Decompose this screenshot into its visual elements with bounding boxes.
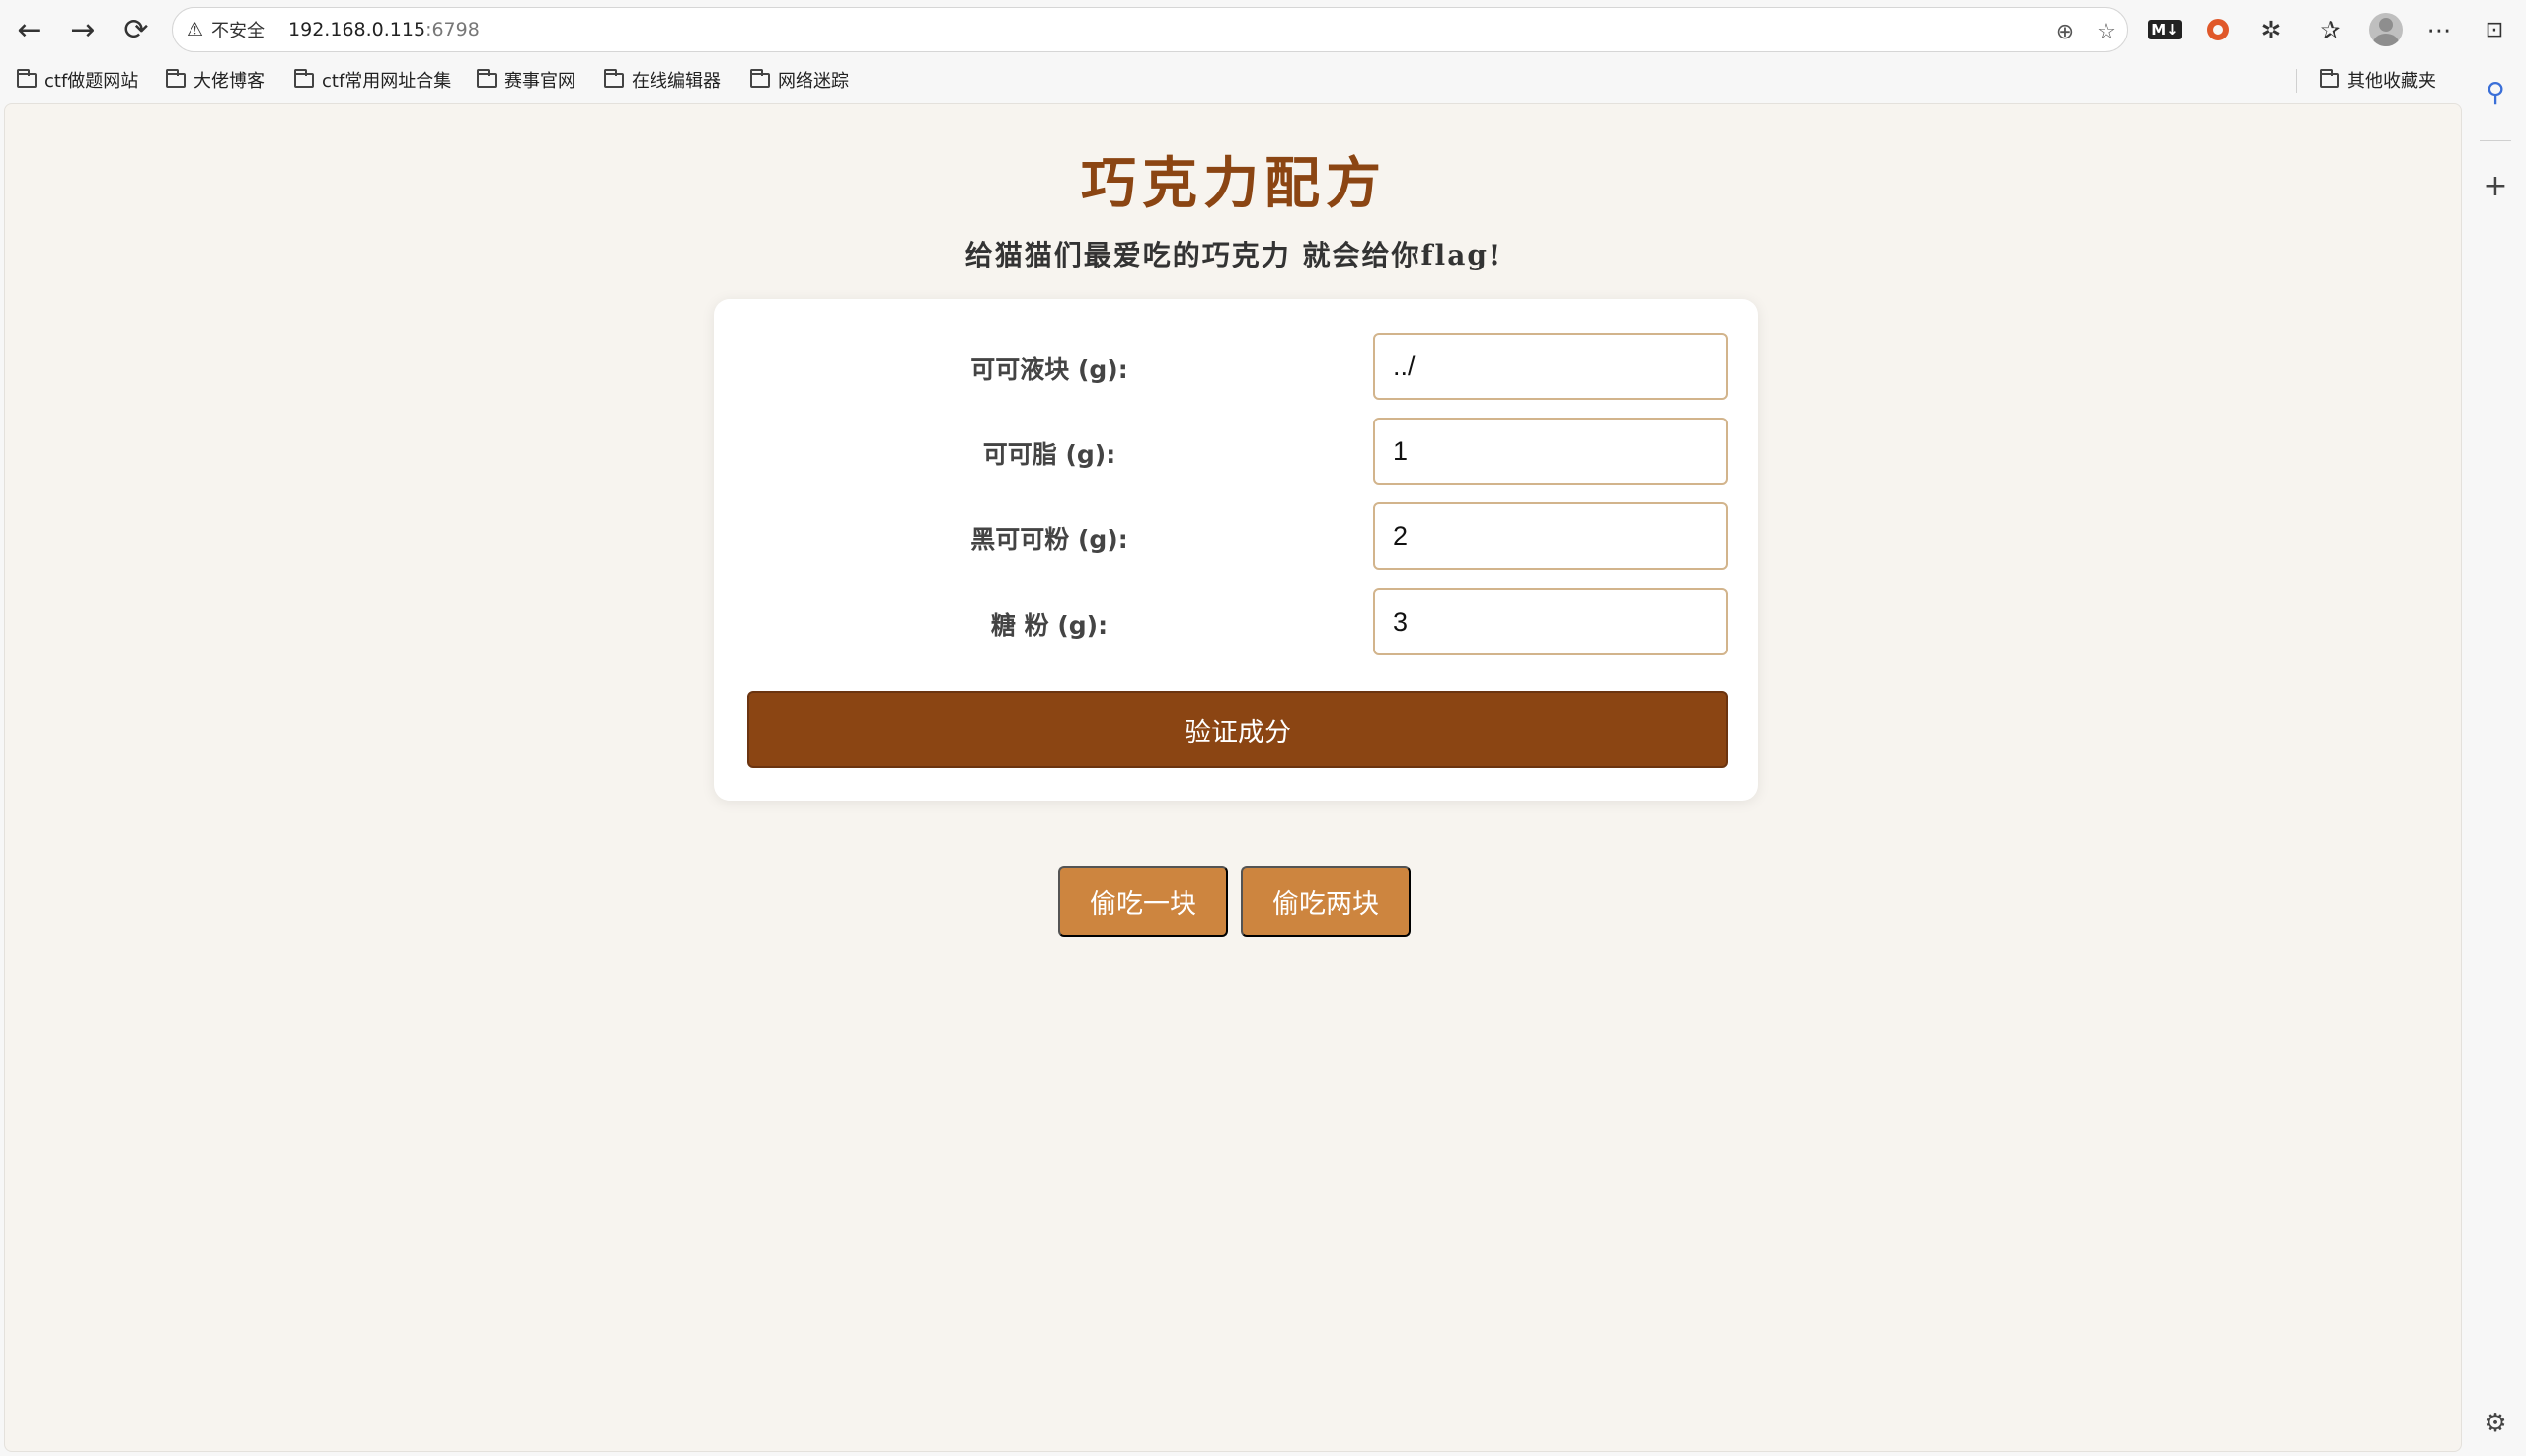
page-subtitle: 给猫猫们最爱吃的巧克力 就会给你flag! xyxy=(964,239,1503,271)
reload-icon[interactable]: ⟳ xyxy=(115,8,158,51)
recipe-form: 可可液块 (g): 可可脂 (g): 黑可可粉 (g): 糖 粉 (g): 验证… xyxy=(714,299,1758,801)
extensions-icon[interactable]: ✲ xyxy=(2253,11,2290,48)
cocoa-mass-label: 可可液块 (g): xyxy=(970,355,1128,384)
powdered-sugar-input[interactable] xyxy=(1373,588,1728,655)
browser-toolbar: ← → ⟳ ⚠ 不安全 192.168.0.115:6798 ⊕ ☆ M↓ ✲ … xyxy=(0,0,2526,61)
bookmarks-divider xyxy=(2296,69,2297,93)
cocoa-butter-input[interactable] xyxy=(1373,418,1728,485)
bookmark-other[interactable]: 其他收藏夹 xyxy=(2320,65,2436,95)
forward-icon[interactable]: → xyxy=(61,8,105,51)
bookmarks-bar: ctf做题网站 大佬博客 ctf常用网址合集 赛事官网 在线编辑器 网络迷踪 其… xyxy=(0,61,2468,99)
bookmark-ctf-links[interactable]: ctf常用网址合集 xyxy=(294,65,451,95)
dark-cocoa-powder-label: 黑可可粉 (g): xyxy=(970,525,1128,554)
verify-ingredients-button[interactable]: 验证成分 xyxy=(747,691,1728,768)
more-menu-icon[interactable]: ⋯ xyxy=(2420,11,2458,48)
folder-icon xyxy=(294,68,314,88)
folder-icon xyxy=(2320,68,2339,88)
cocoa-butter-label: 可可脂 (g): xyxy=(982,440,1116,469)
url-port: :6798 xyxy=(425,19,480,40)
bookmark-contests[interactable]: 赛事官网 xyxy=(477,65,575,95)
page-viewport: 巧克力配方 给猫猫们最爱吃的巧克力 就会给你flag! 可可液块 (g): 可可… xyxy=(4,103,2462,1452)
bookmark-label: ctf做题网站 xyxy=(44,71,139,92)
bookmark-label: 大佬博客 xyxy=(193,71,265,92)
record-extension-icon[interactable] xyxy=(2199,11,2237,48)
folder-icon xyxy=(604,68,624,88)
folder-icon xyxy=(477,68,497,88)
search-icon[interactable]: ⚲ xyxy=(2474,71,2517,115)
settings-gear-icon[interactable]: ⚙ xyxy=(2474,1402,2517,1445)
bookmark-label: 其他收藏夹 xyxy=(2347,71,2436,92)
steal-two-button[interactable]: 偷吃两块 xyxy=(1241,866,1411,937)
sidebar-toggle-icon[interactable]: ⊡ xyxy=(2476,11,2513,48)
folder-icon xyxy=(166,68,186,88)
edge-sidebar: ⚲ + ⚙ xyxy=(2464,61,2526,1456)
favorite-star-icon[interactable]: ☆ xyxy=(2092,17,2121,46)
steal-one-button[interactable]: 偷吃一块 xyxy=(1058,866,1228,937)
bookmark-label: 赛事官网 xyxy=(504,71,575,92)
profile-avatar[interactable] xyxy=(2369,13,2403,46)
bookmark-osint[interactable]: 网络迷踪 xyxy=(750,65,849,95)
bookmark-blogs[interactable]: 大佬博客 xyxy=(166,65,265,95)
powdered-sugar-label: 糖 粉 (g): xyxy=(990,611,1109,640)
markdown-extension-icon[interactable]: M↓ xyxy=(2146,11,2183,48)
sidebar-divider xyxy=(2480,140,2511,141)
insecure-label: 不安全 xyxy=(211,21,266,41)
url-host: 192.168.0.115 xyxy=(288,19,426,40)
page-title: 巧克力配方 xyxy=(1081,151,1387,216)
back-icon[interactable]: ← xyxy=(8,8,51,51)
folder-icon xyxy=(17,68,37,88)
cocoa-mass-input[interactable] xyxy=(1373,333,1728,400)
warning-icon: ⚠ xyxy=(187,19,204,40)
bookmark-ctf-sites[interactable]: ctf做题网站 xyxy=(17,65,138,95)
bookmark-label: 在线编辑器 xyxy=(632,71,721,92)
dark-cocoa-powder-input[interactable] xyxy=(1373,502,1728,570)
bookmark-label: 网络迷踪 xyxy=(778,71,849,92)
address-bar[interactable]: ⚠ 不安全 192.168.0.115:6798 ⊕ ☆ xyxy=(172,7,2128,52)
folder-icon xyxy=(750,68,770,88)
zoom-icon[interactable]: ⊕ xyxy=(2050,17,2080,46)
bookmark-label: ctf常用网址合集 xyxy=(322,71,452,92)
bookmark-editors[interactable]: 在线编辑器 xyxy=(604,65,721,95)
add-icon[interactable]: + xyxy=(2474,164,2517,207)
favorites-icon[interactable]: ✰ xyxy=(2312,11,2349,48)
